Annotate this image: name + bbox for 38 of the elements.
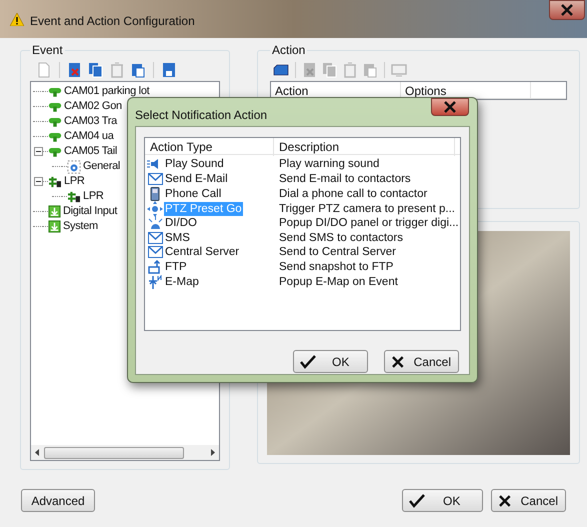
action-description: Dial a phone call to contactor (278, 186, 428, 201)
tree-item[interactable]: LPR (83, 190, 104, 203)
cancel-button[interactable]: Cancel (491, 489, 566, 512)
cancel-button[interactable]: Cancel (384, 350, 459, 373)
window-title: Event and Action Configuration (30, 13, 195, 30)
tree-item[interactable]: System (63, 220, 98, 233)
action-type[interactable]: Central Server (164, 245, 240, 260)
action-type[interactable]: Send E-Mail (164, 172, 229, 186)
ok-button[interactable]: OK (293, 350, 368, 373)
action-type[interactable]: E-Map (164, 274, 200, 289)
group-title: Event (31, 42, 64, 59)
action-description: Popup E-Map on Event (278, 274, 399, 289)
tree-item[interactable]: CAM02 Gon (64, 100, 122, 113)
column-header[interactable]: Description (274, 138, 455, 156)
action-type[interactable]: Phone Call (164, 186, 222, 201)
action-description: Send snapshot to FTP (278, 260, 394, 274)
tree-item[interactable]: LPR (64, 175, 84, 188)
action-description: Trigger PTZ camera to present p... (278, 202, 455, 216)
group-title: Action (271, 42, 306, 59)
tree-item[interactable]: CAM03 Tra (64, 115, 117, 128)
action-description: Play warning sound (278, 157, 380, 172)
dialog-title: Select Notification Action (135, 107, 268, 124)
advanced-button[interactable]: Advanced (21, 489, 95, 512)
action-description: Send E-mail to contactors (278, 172, 412, 186)
action-type[interactable]: FTP (164, 260, 188, 274)
action-type[interactable]: SMS (164, 230, 191, 245)
tree-item[interactable]: CAM05 Tail (64, 145, 118, 158)
tree-item[interactable]: General (83, 160, 120, 173)
action-type[interactable]: DI/DO (164, 216, 198, 230)
column-header[interactable]: Action Type (145, 138, 274, 156)
action-description: Send to Central Server (278, 245, 397, 260)
tree-item[interactable]: CAM04 ua (64, 130, 114, 143)
ok-button[interactable]: OK (402, 489, 483, 512)
action-type[interactable]: Play Sound (164, 157, 225, 172)
action-description: Popup DI/DO panel or trigger digi... (278, 216, 455, 230)
action-description: Send SMS to contactors (278, 230, 404, 245)
tree-item[interactable]: Digital Input (63, 205, 118, 218)
tree-item[interactable]: CAM01 parking lot (64, 85, 150, 98)
